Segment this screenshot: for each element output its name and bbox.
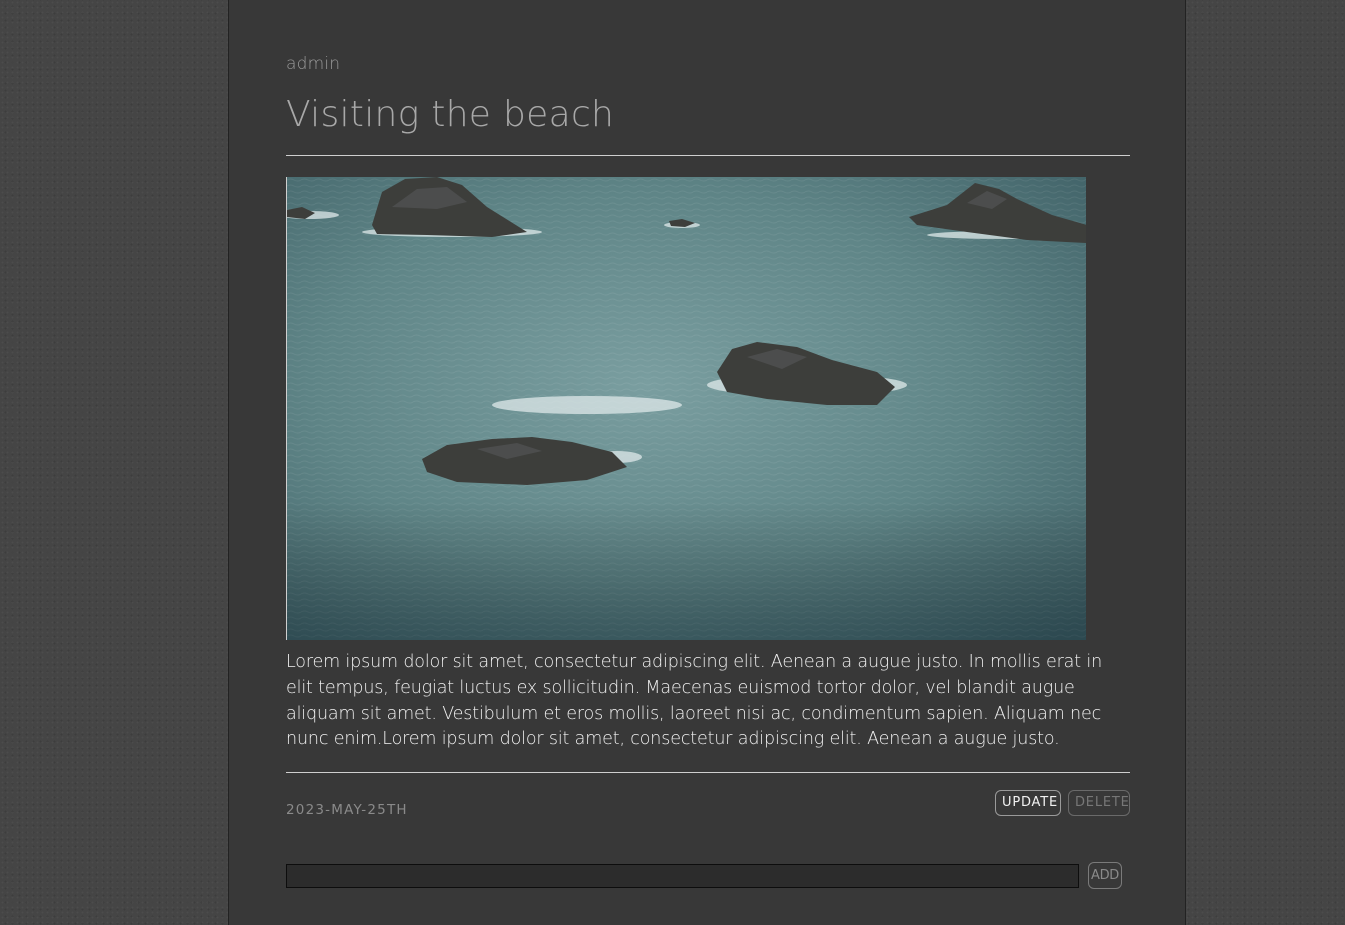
divider-top	[286, 155, 1130, 156]
delete-button[interactable]: DELETE	[1068, 790, 1130, 816]
add-comment-button[interactable]: ADD	[1088, 862, 1122, 889]
post-date: 2023-MAY-25TH	[286, 802, 408, 818]
divider-bottom	[286, 772, 1130, 773]
post-title: Visiting the beach	[286, 94, 615, 135]
post-author: admin	[286, 54, 341, 74]
post-card: admin Visiting the beach Lorem ipsum dol…	[228, 0, 1186, 925]
post-body: Lorem ipsum dolor sit amet, consectetur …	[286, 652, 1103, 750]
post-content: admin Visiting the beach Lorem ipsum dol…	[286, 0, 1130, 925]
update-button[interactable]: UPDATE	[995, 790, 1061, 816]
comment-input[interactable]	[286, 864, 1079, 888]
post-image	[286, 177, 1086, 640]
